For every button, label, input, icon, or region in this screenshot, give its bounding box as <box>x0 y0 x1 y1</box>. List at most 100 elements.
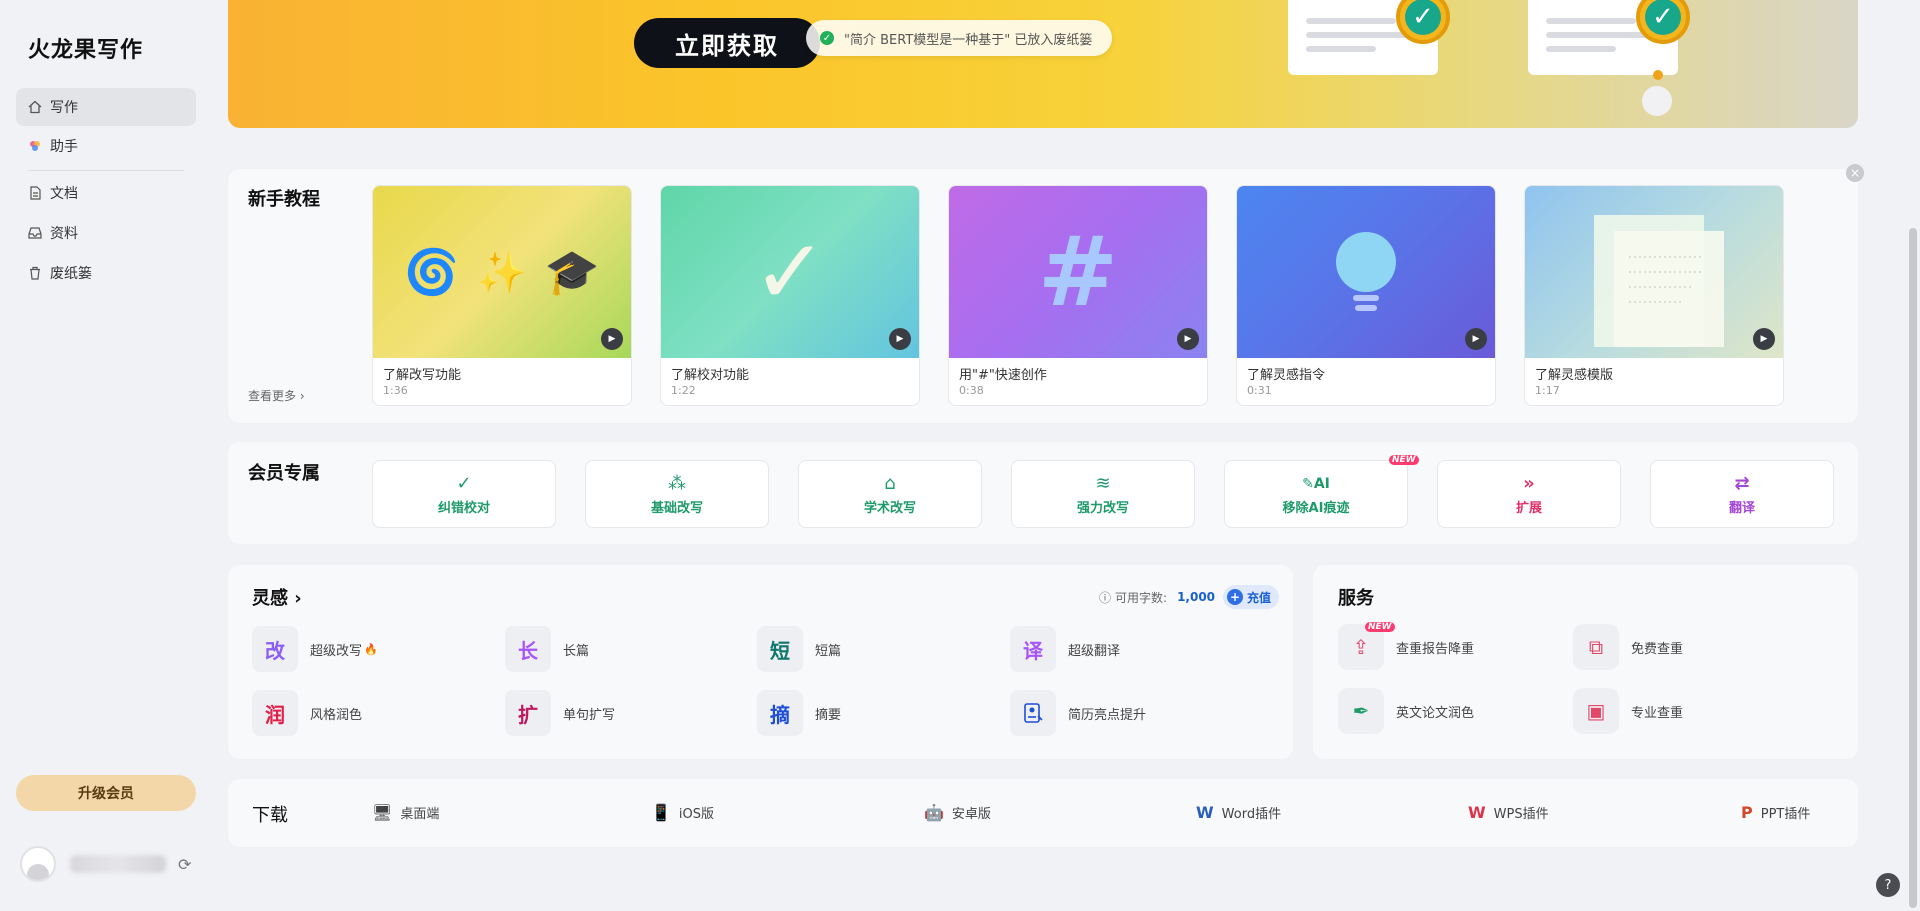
upgrade-button[interactable]: 升级会员 <box>16 775 196 811</box>
inspiration-item-long[interactable]: 长 长篇 <box>505 626 589 672</box>
username-redacted <box>70 855 166 873</box>
play-icon[interactable]: ▶ <box>1177 328 1199 350</box>
download-panel <box>228 779 1858 847</box>
tutorial-duration: 0:38 <box>959 384 984 397</box>
android-icon: 🤖 <box>924 803 944 822</box>
tutorial-thumbnail: ▶ <box>1525 186 1783 358</box>
inspiration-item-sentence-expand[interactable]: 扩 单句扩写 <box>505 690 615 736</box>
avatar[interactable] <box>20 846 56 882</box>
see-more-link[interactable]: 查看更多 › <box>248 387 305 404</box>
play-icon[interactable]: ▶ <box>889 328 911 350</box>
assistant-icon <box>28 139 42 153</box>
quota-value: 1,000 <box>1177 590 1216 604</box>
download-wps-plugin[interactable]: W WPS插件 <box>1468 803 1549 822</box>
service-item-english-polish[interactable]: ✒ 英文论文润色 <box>1338 688 1474 734</box>
sidebar: 火龙果写作 写作 助手 文档 资料 废纸篓 升级会员 ⟳ <box>0 0 210 911</box>
avatar-placeholder-icon <box>1642 86 1672 116</box>
word-icon: W <box>1196 803 1214 822</box>
sidebar-item-write[interactable]: 写作 <box>16 88 196 126</box>
service-item-free-check[interactable]: ⧉ 免费查重 <box>1573 624 1683 670</box>
sidebar-item-label: 助手 <box>50 139 78 155</box>
user-profile[interactable]: ⟳ <box>20 846 191 882</box>
ios-icon: 📱 <box>651 803 671 822</box>
inspiration-item-summary[interactable]: 摘 摘要 <box>757 690 841 736</box>
sidebar-item-trash[interactable]: 废纸篓 <box>16 254 196 292</box>
recharge-button[interactable]: + 充值 <box>1223 585 1280 609</box>
vip-translate-button[interactable]: ⇄ 翻译 <box>1650 460 1834 528</box>
app-logo[interactable]: 火龙果写作 <box>28 32 143 64</box>
hashtag-icon: # <box>1037 216 1119 328</box>
tutorial-duration: 0:31 <box>1247 384 1272 397</box>
service-item-professional-check[interactable]: ▣ 专业查重 <box>1573 688 1683 734</box>
get-now-button[interactable]: 立即获取 <box>634 18 820 68</box>
new-badge: NEW <box>1365 622 1395 632</box>
download-ppt-plugin[interactable]: P PPT插件 <box>1741 803 1810 822</box>
inspiration-item-style-polish[interactable]: 润 风格润色 <box>252 690 362 736</box>
sidebar-item-label: 资料 <box>50 226 78 242</box>
quota-indicator: ⓘ 可用字数: 1,000 + 充值 <box>1099 585 1280 609</box>
vip-strong-rewrite-button[interactable]: ≋ 强力改写 <box>1011 460 1195 528</box>
vip-basic-rewrite-button[interactable]: ⁂ 基础改写 <box>585 460 769 528</box>
tornado-icon: ≋ <box>1095 472 1111 494</box>
location-pin-icon <box>1653 70 1663 80</box>
tornado-icon: 🌀 <box>404 247 460 298</box>
download-ios[interactable]: 📱 iOS版 <box>651 803 714 822</box>
layout-icon: ▣ <box>1573 688 1619 734</box>
tutorial-card[interactable]: ✓ ▶ 了解校对功能 1:22 <box>660 185 920 406</box>
template-pages-icon <box>1594 215 1724 347</box>
download-desktop[interactable]: 🖥 桌面端 <box>372 803 439 822</box>
inspiration-title[interactable]: 灵感 › <box>252 584 302 610</box>
tutorial-title: 了解灵感指令 <box>1247 368 1326 383</box>
tutorial-title: 了解校对功能 <box>671 368 750 383</box>
vip-remove-ai-button[interactable]: ✎AI 移除AI痕迹 <box>1224 460 1408 528</box>
refresh-icon[interactable]: ⟳ <box>178 855 191 874</box>
tutorial-card[interactable]: ▶ 了解灵感模版 1:17 <box>1524 185 1784 406</box>
inspiration-item-super-translate[interactable]: 译 超级翻译 <box>1010 626 1120 672</box>
vip-proofread-button[interactable]: ✓ 纠错校对 <box>372 460 556 528</box>
vip-academic-rewrite-button[interactable]: ⌂ 学术改写 <box>798 460 982 528</box>
info-icon: ⓘ <box>1099 590 1112 605</box>
play-icon[interactable]: ▶ <box>1753 328 1775 350</box>
tutorial-thumbnail: # ▶ <box>949 186 1207 358</box>
tutorial-duration: 1:22 <box>671 384 696 397</box>
toast-text: "简介 BERT模型是一种基于" 已放入废纸篓 <box>844 32 1093 48</box>
home-icon <box>28 100 42 114</box>
sidebar-item-label: 写作 <box>50 100 78 116</box>
tutorial-title: 了解改写功能 <box>383 368 462 383</box>
trash-icon <box>28 266 42 280</box>
vip-expand-button[interactable]: » 扩展 <box>1437 460 1621 528</box>
flame-icon: 🔥 <box>364 642 378 656</box>
download-android[interactable]: 🤖 安卓版 <box>924 803 991 822</box>
ai-eraser-icon: ✎AI <box>1302 475 1330 492</box>
sidebar-item-documents[interactable]: 文档 <box>16 174 196 212</box>
tutorial-title: 用"#"快速创作 <box>959 368 1047 383</box>
tutorial-card[interactable]: ▶ 了解灵感指令 0:31 <box>1236 185 1496 406</box>
tutorial-card[interactable]: # ▶ 用"#"快速创作 0:38 <box>948 185 1208 406</box>
close-icon[interactable]: × <box>1846 164 1864 182</box>
desktop-icon: 🖥 <box>372 803 393 822</box>
tutorial-card[interactable]: 🌀 ✨ 🎓 ▶ 了解改写功能 1:36 <box>372 185 632 406</box>
inbox-icon <box>28 226 42 240</box>
scrollbar-thumb[interactable] <box>1909 228 1917 908</box>
new-badge: NEW <box>1389 455 1419 465</box>
vip-title: 会员专属 <box>248 463 320 484</box>
copy-icon: ⧉ <box>1573 624 1619 670</box>
play-icon[interactable]: ▶ <box>601 328 623 350</box>
sidebar-item-materials[interactable]: 资料 <box>16 214 196 252</box>
success-check-icon: ✓ <box>820 31 834 45</box>
sidebar-item-assistant[interactable]: 助手 <box>16 127 196 165</box>
help-button[interactable]: ? <box>1876 873 1900 897</box>
service-item-report-reduce[interactable]: ⇪ 查重报告降重 <box>1338 624 1474 670</box>
download-word-plugin[interactable]: W Word插件 <box>1196 803 1281 822</box>
tutorial-thumbnail: 🌀 ✨ 🎓 ▶ <box>373 186 631 358</box>
inspiration-item-resume[interactable]: 简历亮点提升 <box>1010 690 1146 736</box>
inspiration-item-super-rewrite[interactable]: 改 超级改写 🔥 <box>252 626 378 672</box>
magic-wand-icon: ⁂ <box>668 472 686 494</box>
tutorial-thumbnail: ✓ ▶ <box>661 186 919 358</box>
inspiration-item-short[interactable]: 短 短篇 <box>757 626 841 672</box>
resume-icon <box>1010 690 1056 736</box>
services-title: 服务 <box>1338 588 1374 609</box>
play-icon[interactable]: ▶ <box>1465 328 1487 350</box>
tutorial-title: 了解灵感模版 <box>1535 368 1614 383</box>
check-icon: ✓ <box>752 219 828 325</box>
